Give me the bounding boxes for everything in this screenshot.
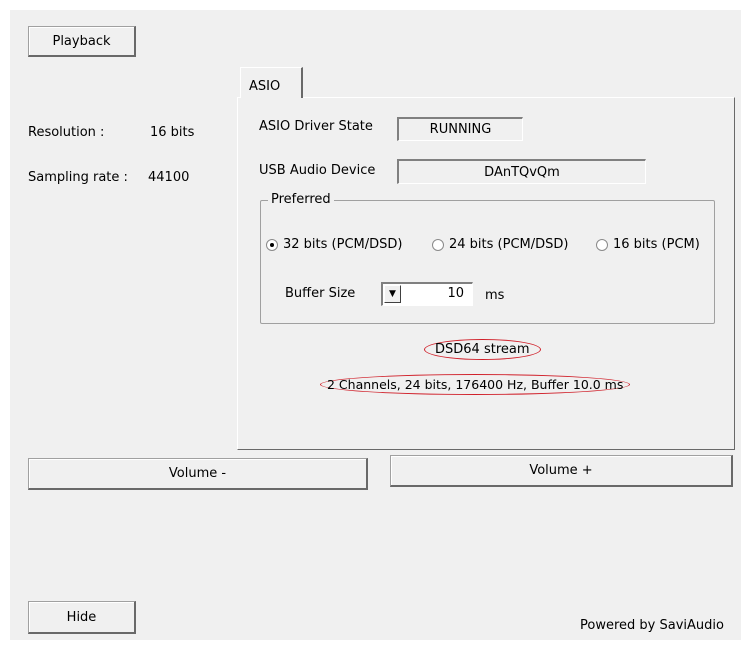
volume-down-button[interactable]: Volume -: [28, 458, 368, 490]
playback-button[interactable]: Playback: [28, 26, 136, 57]
stream-details-label: 2 Channels, 24 bits, 176400 Hz, Buffer 1…: [320, 374, 631, 395]
usb-audio-device-label: USB Audio Device: [259, 163, 376, 178]
hide-button[interactable]: Hide: [28, 601, 136, 634]
resolution-label: Resolution :: [28, 125, 105, 140]
buffer-size-select[interactable]: ▼ 10: [381, 282, 473, 306]
preferred-groupbox: [260, 200, 715, 324]
usb-audio-device-field: DAnTQvQm: [397, 159, 646, 184]
radio-unselected-icon: [596, 238, 608, 251]
buffer-size-value: 10: [447, 286, 464, 301]
sampling-rate-label: Sampling rate :: [28, 170, 128, 185]
dropdown-arrow-icon[interactable]: ▼: [384, 285, 401, 303]
buffer-size-label: Buffer Size: [285, 286, 356, 301]
radio-32-bits[interactable]: 32 bits (PCM/DSD): [266, 237, 402, 252]
radio-24-bits[interactable]: 24 bits (PCM/DSD): [432, 237, 568, 252]
tab-asio[interactable]: ASIO: [240, 67, 303, 98]
radio-24-bits-label: 24 bits (PCM/DSD): [449, 237, 569, 252]
stream-type-label: DSD64 stream: [424, 339, 541, 360]
volume-up-button[interactable]: Volume +: [390, 455, 733, 487]
buffer-unit-label: ms: [485, 288, 505, 303]
radio-unselected-icon: [432, 238, 444, 251]
radio-selected-icon: [266, 238, 278, 251]
powered-by-label: Powered by SaviAudio: [580, 618, 724, 633]
sampling-rate-value: 44100: [148, 170, 190, 185]
preferred-group-label: Preferred: [268, 192, 334, 207]
radio-16-bits-label: 16 bits (PCM): [613, 237, 700, 252]
radio-16-bits[interactable]: 16 bits (PCM): [596, 237, 700, 252]
asio-driver-state-label: ASIO Driver State: [259, 119, 373, 134]
asio-driver-state-field: RUNNING: [397, 117, 523, 141]
radio-32-bits-label: 32 bits (PCM/DSD): [283, 237, 403, 252]
resolution-value: 16 bits: [150, 125, 195, 140]
